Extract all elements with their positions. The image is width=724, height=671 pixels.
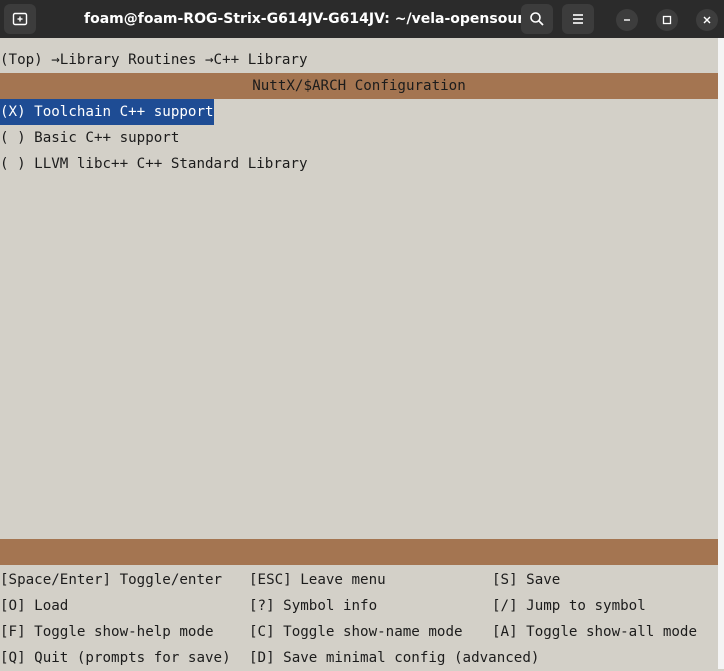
key-toggle-show-help: [F] Toggle show-help mode	[0, 624, 214, 640]
terminal-scrollbar[interactable]	[718, 38, 724, 669]
config-title: NuttX/$ARCH Configuration	[252, 78, 466, 94]
new-tab-icon	[12, 12, 28, 26]
option-basic-cpp-support[interactable]: ( ) Basic C++ support	[0, 125, 179, 151]
window-titlebar: foam@foam-ROG-Strix-G614JV-G614JV: ~/vel…	[0, 0, 724, 38]
maximize-icon	[662, 15, 672, 25]
key-leave-menu: [ESC] Leave menu	[249, 572, 386, 588]
key-quit: [Q] Quit (prompts for save)	[0, 650, 231, 666]
search-button[interactable]	[521, 4, 553, 34]
key-symbol-info: [?] Symbol info	[249, 598, 378, 614]
minimize-button[interactable]	[616, 9, 638, 31]
key-toggle-enter: [Space/Enter] Toggle/enter	[0, 572, 223, 588]
breadcrumb: (Top) →Library Routines →C++ Library	[0, 52, 308, 68]
close-icon	[703, 16, 711, 24]
menu-button[interactable]	[562, 4, 594, 34]
new-tab-button[interactable]	[4, 4, 36, 34]
terminal-area[interactable]: (Top) →Library Routines →C++ Library Nut…	[0, 38, 718, 669]
search-icon	[530, 12, 544, 26]
key-save: [S] Save	[492, 572, 561, 588]
option-llvm-libcxx[interactable]: ( ) LLVM libc++ C++ Standard Library	[0, 151, 308, 177]
option-toolchain-cpp-support[interactable]: (X) Toolchain C++ support	[0, 99, 214, 125]
hamburger-menu-icon	[573, 14, 583, 24]
window-title: foam@foam-ROG-Strix-G614JV-G614JV: ~/vel…	[84, 11, 542, 27]
bottom-divider-bar	[0, 539, 718, 565]
key-jump-to-symbol: [/] Jump to symbol	[492, 598, 646, 614]
close-button[interactable]	[696, 9, 718, 31]
key-toggle-show-all: [A] Toggle show-all mode	[492, 624, 697, 640]
maximize-button[interactable]	[656, 9, 678, 31]
key-load: [O] Load	[0, 598, 69, 614]
key-toggle-show-name: [C] Toggle show-name mode	[249, 624, 463, 640]
minimize-icon	[624, 19, 630, 21]
key-save-minimal-config: [D] Save minimal config (advanced)	[249, 650, 540, 666]
